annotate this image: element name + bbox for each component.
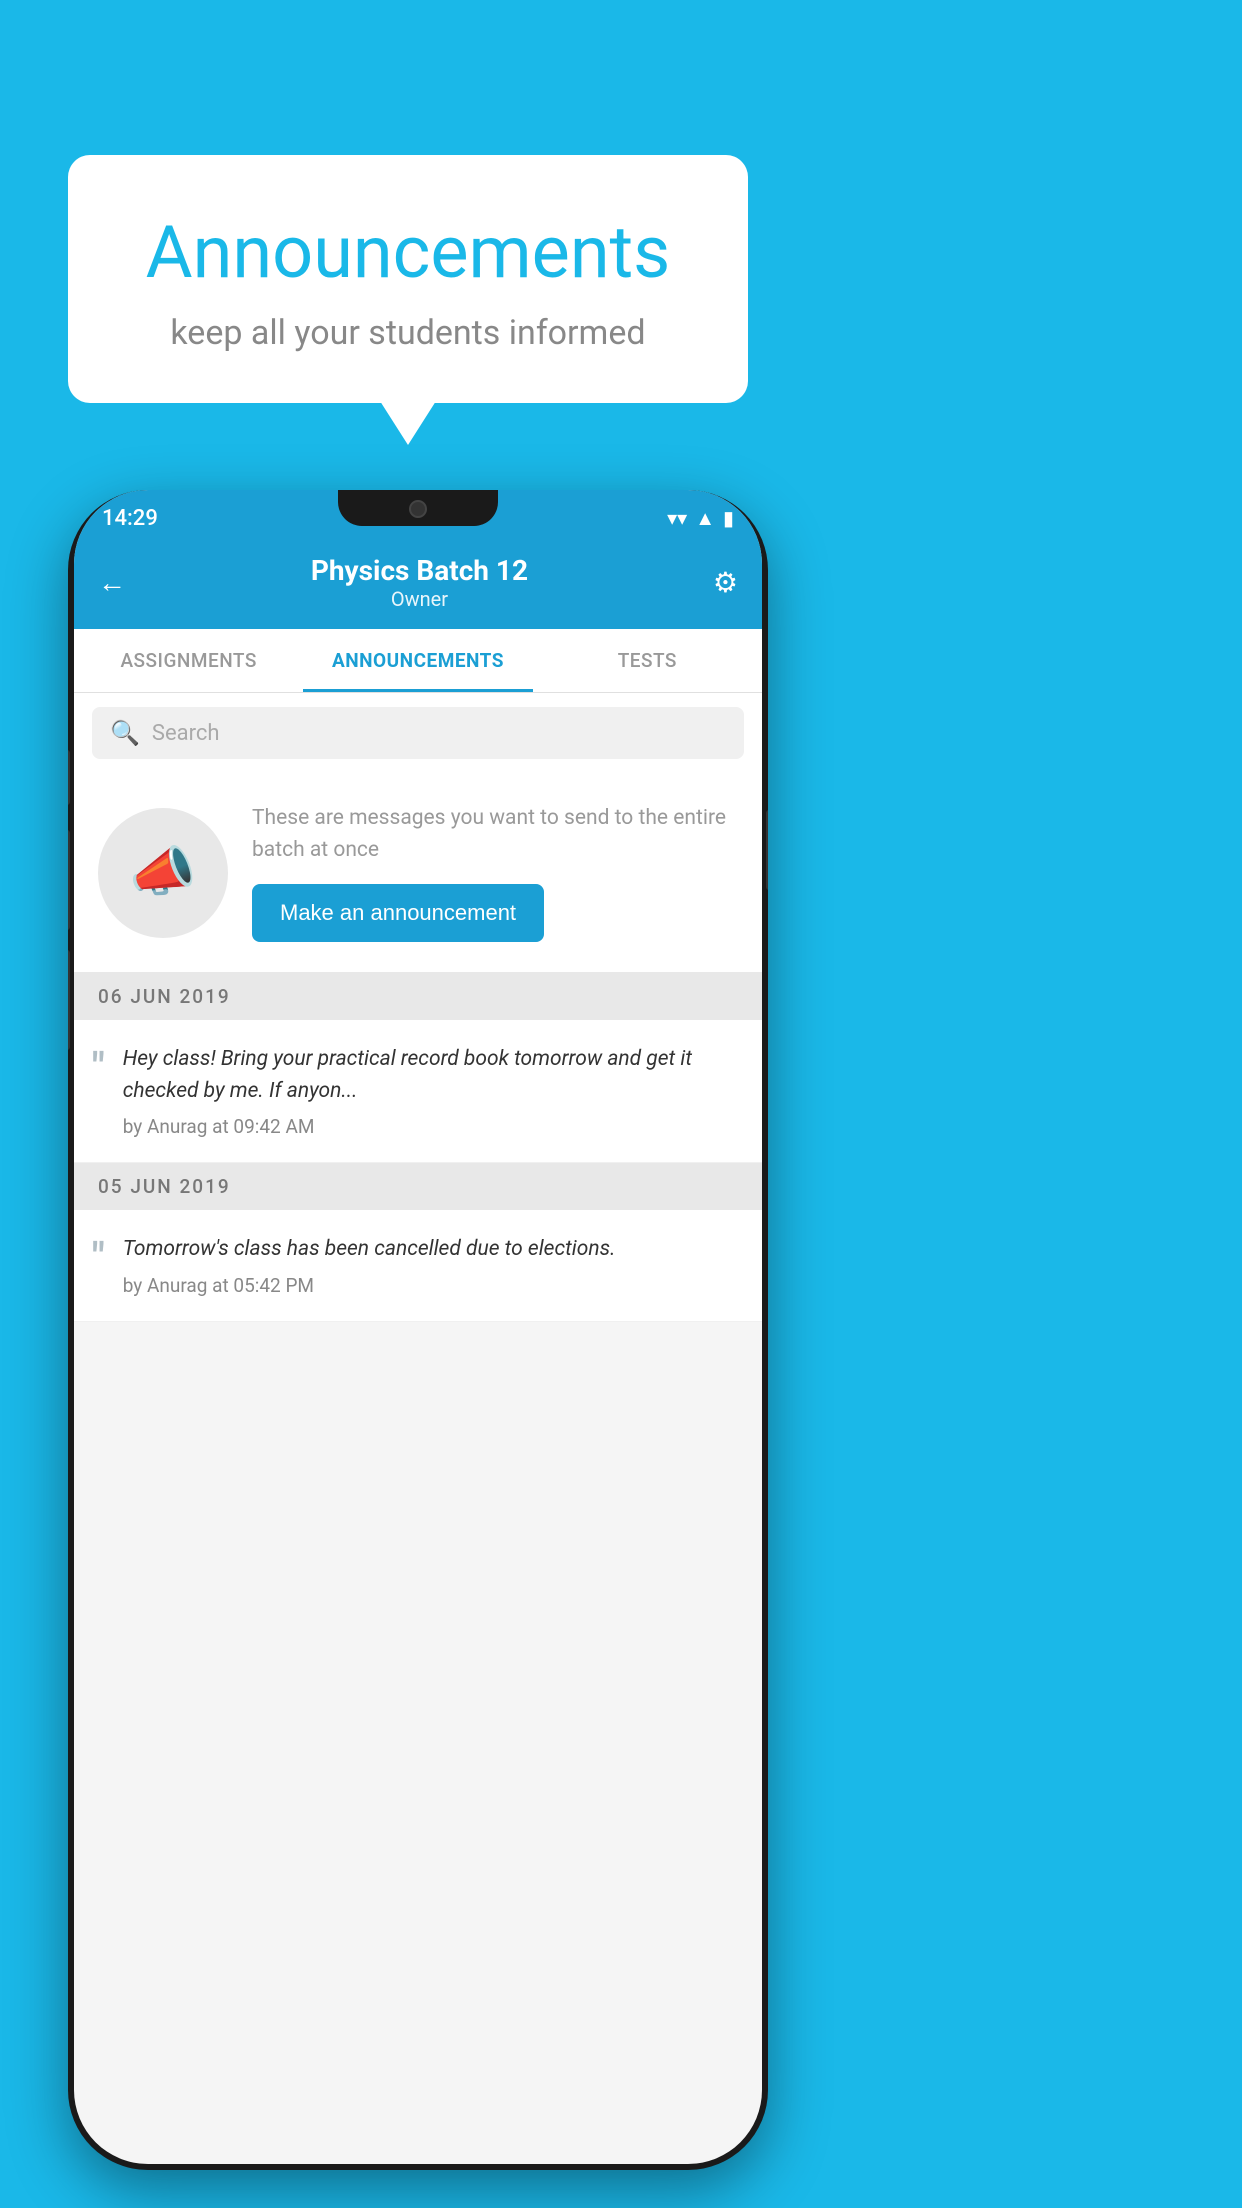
phone-screen: 14:29 ▾▾ ▲ ▮ ← Physics Batch 12 Owner ⚙ … — [74, 490, 762, 2164]
date-label-1: 06 JUN 2019 — [98, 985, 231, 1008]
settings-icon[interactable]: ⚙ — [713, 566, 738, 599]
phone-power-button — [766, 810, 768, 890]
bubble-title: Announcements — [128, 210, 688, 295]
status-time: 14:29 — [102, 506, 158, 531]
announcement-item-1[interactable]: " Hey class! Bring your practical record… — [74, 1020, 762, 1163]
tabs-container: ASSIGNMENTS ANNOUNCEMENTS TESTS — [74, 629, 762, 693]
header-center: Physics Batch 12 Owner — [311, 554, 528, 611]
tab-announcements[interactable]: ANNOUNCEMENTS — [303, 629, 532, 692]
phone-volume-down-button — [68, 830, 70, 930]
announcement-content-1: Hey class! Bring your practical record b… — [123, 1044, 738, 1138]
quote-icon-2: " — [92, 1238, 105, 1278]
announcement-text-1: Hey class! Bring your practical record b… — [123, 1044, 738, 1107]
date-divider-1: 06 JUN 2019 — [74, 973, 762, 1020]
announcement-content-2: Tomorrow's class has been cancelled due … — [123, 1234, 738, 1297]
date-divider-2: 05 JUN 2019 — [74, 1163, 762, 1210]
date-label-2: 05 JUN 2019 — [98, 1175, 231, 1198]
signal-icon: ▲ — [695, 506, 715, 531]
wifi-icon: ▾▾ — [667, 506, 687, 530]
announcement-meta-2: by Anurag at 05:42 PM — [123, 1274, 738, 1297]
search-bar[interactable]: 🔍 Search — [92, 707, 744, 759]
phone-frame: 14:29 ▾▾ ▲ ▮ ← Physics Batch 12 Owner ⚙ … — [68, 490, 768, 2170]
search-icon: 🔍 — [110, 719, 140, 747]
tab-assignments[interactable]: ASSIGNMENTS — [74, 629, 303, 692]
announcement-meta-1: by Anurag at 09:42 AM — [123, 1115, 738, 1138]
speech-bubble-container: Announcements keep all your students inf… — [68, 155, 748, 403]
promo-icon-circle: 📣 — [98, 808, 228, 938]
battery-icon: ▮ — [723, 506, 734, 530]
tab-tests[interactable]: TESTS — [533, 629, 762, 692]
header-subtitle: Owner — [311, 587, 528, 611]
promo-section: 📣 These are messages you want to send to… — [74, 773, 762, 973]
announcement-text-2: Tomorrow's class has been cancelled due … — [123, 1234, 738, 1266]
search-container: 🔍 Search — [74, 693, 762, 773]
quote-icon-1: " — [92, 1048, 105, 1088]
status-icons: ▾▾ ▲ ▮ — [667, 506, 734, 531]
megaphone-icon: 📣 — [129, 841, 196, 904]
back-button[interactable]: ← — [98, 566, 126, 599]
phone-volume-up-button — [68, 750, 70, 805]
promo-content: These are messages you want to send to t… — [252, 803, 738, 942]
phone-notch — [338, 490, 498, 526]
promo-description: These are messages you want to send to t… — [252, 803, 738, 866]
announcement-item-2[interactable]: " Tomorrow's class has been cancelled du… — [74, 1210, 762, 1322]
bubble-subtitle: keep all your students informed — [128, 313, 688, 353]
app-header: ← Physics Batch 12 Owner ⚙ — [74, 540, 762, 629]
speech-bubble: Announcements keep all your students inf… — [68, 155, 748, 403]
phone-extra-button — [68, 950, 70, 1050]
make-announcement-button[interactable]: Make an announcement — [252, 884, 544, 942]
search-placeholder: Search — [152, 721, 220, 746]
header-title: Physics Batch 12 — [311, 554, 528, 587]
phone-camera — [409, 500, 427, 518]
